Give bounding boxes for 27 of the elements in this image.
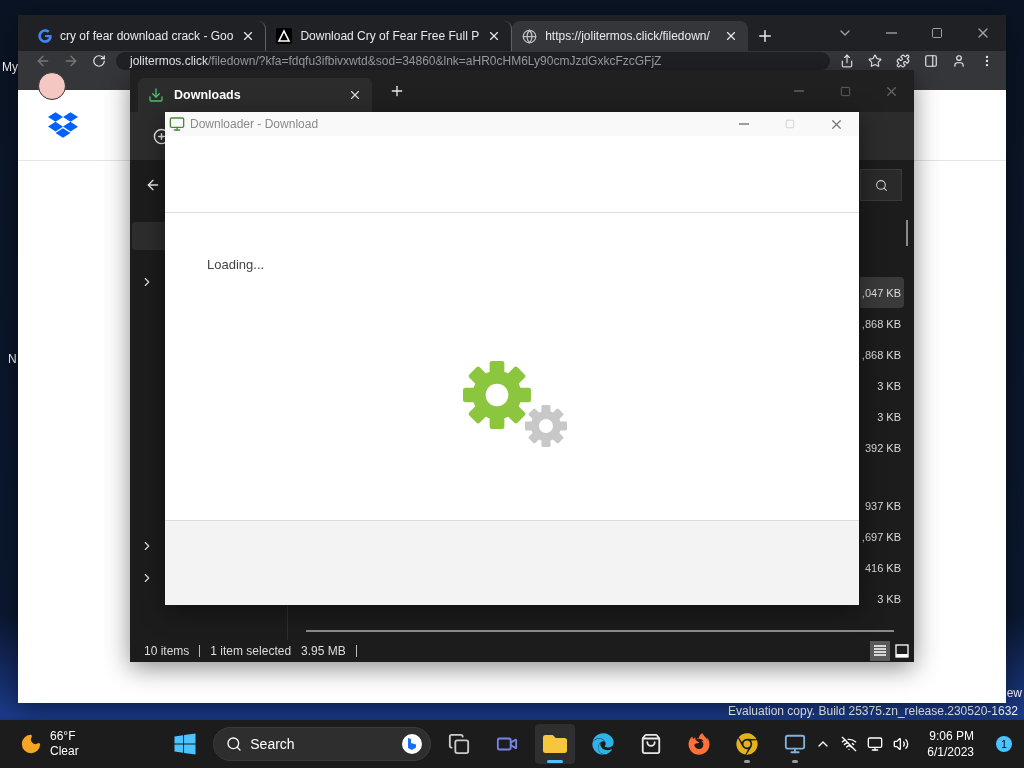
weather-condition: Clear <box>50 744 79 759</box>
file-size: ,047 KB <box>861 286 901 299</box>
temperature: 66°F <box>50 729 77 744</box>
tab-title: Downloads <box>174 88 242 102</box>
desktop-icon-label: ew <box>1006 686 1022 700</box>
selection-size: 3.95 MB <box>301 644 346 658</box>
file-size: 3 KB <box>877 410 901 423</box>
item-count: 10 items <box>144 644 190 658</box>
tab-title: cry of fear download crack - Goo <box>60 29 234 43</box>
dialog-title: Downloader - Download <box>190 117 319 131</box>
address-path: /filedown/?kfa=fdqfu3ifbivxwtd&sod=34860&lnk=aHR0cHM6Ly90cmJzdGxkcFzcGFjZ <box>208 54 662 68</box>
selection-info: 1 item selected <box>210 644 292 658</box>
file-size: 3 KB <box>877 592 901 605</box>
loading-message: Loading... <box>207 257 265 272</box>
file-size: 3 KB <box>877 379 901 392</box>
build-watermark-text: Evaluation copy. Build 25375.zn_release.230520-1632 <box>728 704 1018 718</box>
tab-title: https://jolitermos.click/filedown/ <box>545 29 711 43</box>
desktop-icon-label: N <box>8 352 17 366</box>
file-size: ,868 KB <box>861 348 901 361</box>
file-size: ,697 KB <box>861 530 901 543</box>
file-size: 937 KB <box>864 499 901 512</box>
file-size: 416 KB <box>864 561 901 574</box>
file-size: 392 KB <box>864 441 901 454</box>
tab-title: Download Cry of Fear Free Full P <box>300 29 480 43</box>
desktop-icon-label: My <box>2 60 18 74</box>
address-host: jolitermos.click <box>130 54 208 68</box>
file-size: ,868 KB <box>861 317 901 330</box>
